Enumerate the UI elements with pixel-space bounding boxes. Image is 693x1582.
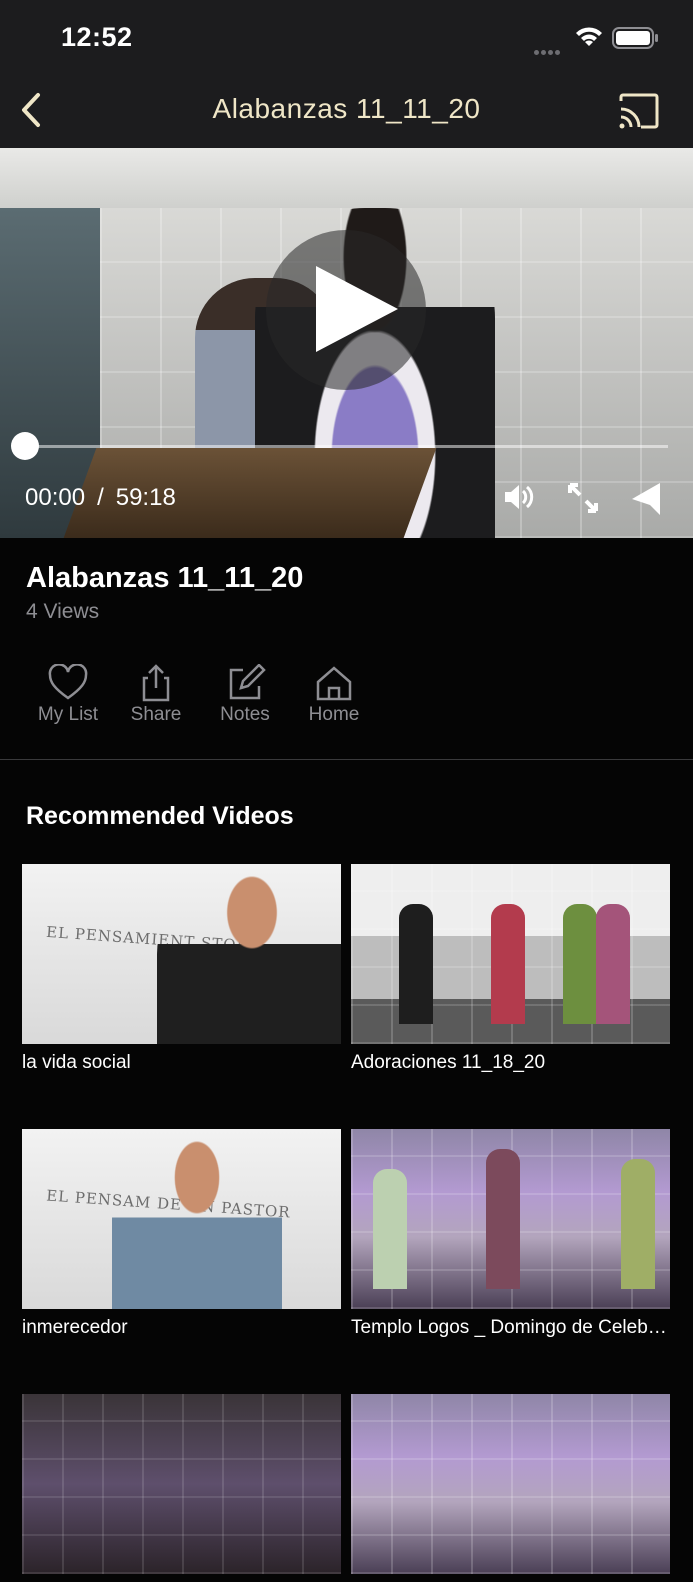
video-card-title: Adoraciones 11_18_20 bbox=[351, 1052, 546, 1073]
recommended-video-card[interactable]: EL PENSAM DE UN PASTOR inmerecedor bbox=[22, 1129, 341, 1339]
notes-button[interactable]: Notes bbox=[201, 664, 289, 726]
divider bbox=[0, 759, 693, 760]
video-card-title: inmerecedor bbox=[22, 1317, 128, 1338]
video-card-title: Templo Logos _ Domingo de Celebración bbox=[351, 1317, 670, 1338]
share-button[interactable]: Share bbox=[112, 664, 200, 726]
cast-icon[interactable] bbox=[618, 93, 660, 129]
share-icon bbox=[142, 664, 170, 702]
airplay-icon[interactable] bbox=[628, 481, 662, 517]
video-player[interactable]: 00:00/59:18 bbox=[0, 148, 693, 538]
current-time: 00:00 bbox=[25, 484, 86, 511]
cellular-signal-icon bbox=[534, 42, 566, 55]
progress-knob[interactable] bbox=[11, 432, 39, 460]
recommended-video-card[interactable]: EL PENSAMIENT STOR la vida social bbox=[22, 864, 341, 1074]
recommended-heading: Recommended Videos bbox=[26, 802, 294, 830]
duration: 59:18 bbox=[115, 484, 176, 511]
recommended-video-card[interactable]: Templo Logos _ Domingo de Celebración bbox=[351, 1129, 670, 1339]
recommended-video-card[interactable] bbox=[22, 1394, 341, 1582]
video-thumbnail: EL PENSAMIENT STOR bbox=[22, 864, 341, 1044]
status-time: 12:52 bbox=[61, 22, 133, 52]
home-button[interactable]: Home bbox=[290, 664, 378, 726]
progress-track[interactable] bbox=[25, 445, 668, 448]
video-thumbnail bbox=[351, 1129, 670, 1309]
battery-icon bbox=[612, 27, 658, 49]
heart-icon bbox=[48, 664, 88, 700]
wifi-icon bbox=[576, 27, 602, 46]
video-title: Alabanzas 11_11_20 bbox=[26, 562, 304, 594]
nav-title: Alabanzas 11_11_20 bbox=[212, 93, 481, 124]
play-icon bbox=[316, 266, 398, 352]
play-button[interactable] bbox=[266, 230, 426, 390]
fullscreen-icon[interactable] bbox=[566, 481, 600, 515]
recommended-video-card[interactable]: Adoraciones 11_18_20 bbox=[351, 864, 670, 1074]
video-thumbnail bbox=[22, 1394, 341, 1574]
my-list-button[interactable]: My List bbox=[24, 664, 112, 726]
top-bar: 12:52 Alabanzas 11_11_20 bbox=[0, 0, 693, 148]
time-readout: 00:00/59:18 bbox=[25, 484, 176, 511]
video-thumbnail: EL PENSAM DE UN PASTOR bbox=[22, 1129, 341, 1309]
video-thumbnail bbox=[351, 1394, 670, 1574]
video-card-title: la vida social bbox=[22, 1052, 131, 1073]
recommended-video-card[interactable] bbox=[351, 1394, 670, 1582]
view-count: 4 Views bbox=[26, 600, 100, 623]
volume-icon[interactable] bbox=[502, 481, 536, 513]
edit-icon bbox=[229, 664, 266, 700]
video-thumbnail bbox=[351, 864, 670, 1044]
home-icon bbox=[316, 666, 352, 701]
